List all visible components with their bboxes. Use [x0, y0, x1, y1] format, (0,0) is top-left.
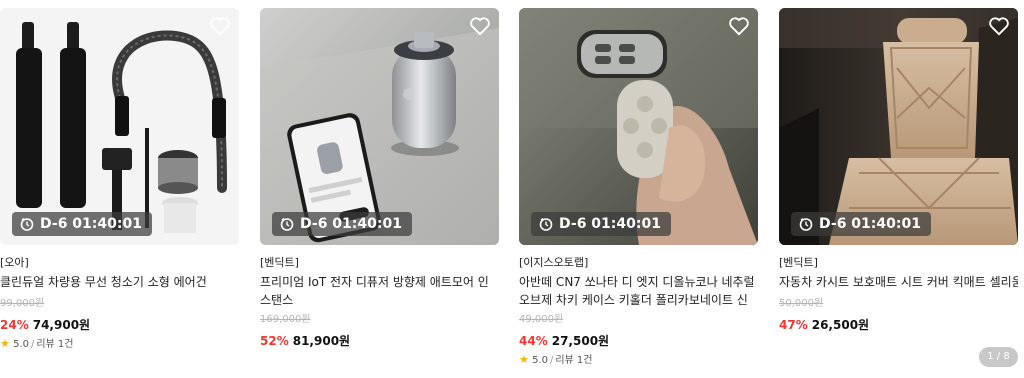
- star-icon: ★: [0, 337, 10, 350]
- heart-icon[interactable]: [209, 16, 231, 36]
- original-price: 99,000원: [0, 298, 45, 309]
- heart-icon[interactable]: [469, 16, 491, 36]
- product-grid: D-6 01:40:01 [오아] 클린듀얼 차량용 무선 청소기 소형 에어건…: [0, 8, 1024, 378]
- price-row: 24% 74,900원: [0, 315, 239, 333]
- original-price: 169,000원: [260, 314, 311, 325]
- price-row: 44% 27,500원: [519, 331, 758, 349]
- sale-price: 81,900원: [292, 334, 351, 348]
- product-card[interactable]: D-6 01:40:01 [오아] 클린듀얼 차량용 무선 청소기 소형 에어건…: [0, 8, 239, 370]
- rating-value: 5.0: [13, 339, 29, 350]
- separator: /: [549, 355, 554, 366]
- sale-price: 74,900원: [32, 318, 91, 332]
- timer-icon: [280, 217, 294, 231]
- product-info: [오아] 클린듀얼 차량용 무선 청소기 소형 에어건 99,000원 24% 7…: [0, 255, 239, 351]
- discount-rate: 52%: [260, 334, 289, 348]
- timer-icon: [539, 217, 553, 231]
- countdown-timer-badge: D-6 01:40:01: [791, 212, 931, 236]
- product-brand: [오아]: [0, 256, 29, 269]
- timer-text: D-6 01:40:01: [559, 216, 661, 232]
- timer-icon: [799, 217, 813, 231]
- discount-rate: 24%: [0, 318, 29, 332]
- sale-price: 26,500원: [811, 318, 870, 332]
- price-row: 52% 81,900원: [260, 331, 499, 349]
- product-title[interactable]: 자동차 카시트 보호매트 시트 커버 킥매트 셀리움: [779, 273, 1018, 291]
- product-brand: [이지스오토랩]: [519, 256, 589, 269]
- product-image[interactable]: D-6 01:40:01: [779, 8, 1018, 245]
- rating-row: ★ 5.0/리뷰 1건: [0, 337, 239, 351]
- product-title[interactable]: 아반떼 CN7 쏘나타 디 엣지 디올뉴코나 네추럴 오브제 차키 케이스 키홀…: [519, 273, 758, 309]
- countdown-timer-badge: D-6 01:40:01: [12, 212, 152, 236]
- timer-text: D-6 01:40:01: [300, 216, 402, 232]
- heart-icon[interactable]: [988, 16, 1010, 36]
- diffuser-product-illustration: [260, 8, 499, 245]
- product-brand: [벤딕트]: [260, 256, 299, 269]
- heart-icon[interactable]: [728, 16, 750, 36]
- separator: /: [30, 339, 35, 350]
- timer-icon: [20, 217, 34, 231]
- car-key-case-product-illustration: [519, 8, 758, 245]
- price-row: 47% 26,500원: [779, 315, 1018, 333]
- product-info: [벤딕트] 자동차 카시트 보호매트 시트 커버 킥매트 셀리움 50,000원…: [779, 255, 1018, 333]
- discount-rate: 47%: [779, 318, 808, 332]
- vacuum-product-illustration: [0, 8, 239, 245]
- original-price: 50,000원: [779, 298, 824, 309]
- discount-rate: 44%: [519, 334, 548, 348]
- product-card[interactable]: D-6 01:40:01 [이지스오토랩] 아반떼 CN7 쏘나타 디 엣지 디…: [519, 8, 758, 370]
- review-count: 리뷰 1건: [555, 355, 593, 366]
- review-count: 리뷰 1건: [36, 339, 74, 350]
- product-image[interactable]: D-6 01:40:01: [0, 8, 239, 245]
- product-image[interactable]: D-6 01:40:01: [519, 8, 758, 245]
- product-info: [벤딕트] 프리미엄 IoT 전자 디퓨저 방향제 애트모어 인스탠스 169,…: [260, 255, 499, 349]
- product-card[interactable]: D-6 01:40:01 [벤딕트] 프리미엄 IoT 전자 디퓨저 방향제 애…: [260, 8, 499, 370]
- rating-row: ★ 5.0/리뷰 1건: [519, 353, 758, 367]
- product-title[interactable]: 프리미엄 IoT 전자 디퓨저 방향제 애트모어 인스탠스: [260, 273, 499, 309]
- timer-text: D-6 01:40:01: [40, 216, 142, 232]
- product-image[interactable]: D-6 01:40:01: [260, 8, 499, 245]
- original-price: 49,000원: [519, 314, 564, 325]
- timer-text: D-6 01:40:01: [819, 216, 921, 232]
- product-info: [이지스오토랩] 아반떼 CN7 쏘나타 디 엣지 디올뉴코나 네추럴 오브제 …: [519, 255, 758, 367]
- product-card[interactable]: D-6 01:40:01 [벤딕트] 자동차 카시트 보호매트 시트 커버 킥매…: [779, 8, 1018, 370]
- countdown-timer-badge: D-6 01:40:01: [531, 212, 671, 236]
- carousel-page-indicator: 1 / 8: [979, 347, 1018, 367]
- star-icon: ★: [519, 353, 529, 366]
- rating-value: 5.0: [532, 355, 548, 366]
- sale-price: 27,500원: [551, 334, 610, 348]
- car-seat-mat-product-illustration: [779, 8, 1018, 245]
- product-title[interactable]: 클린듀얼 차량용 무선 청소기 소형 에어건: [0, 273, 239, 291]
- product-brand: [벤딕트]: [779, 256, 818, 269]
- countdown-timer-badge: D-6 01:40:01: [272, 212, 412, 236]
